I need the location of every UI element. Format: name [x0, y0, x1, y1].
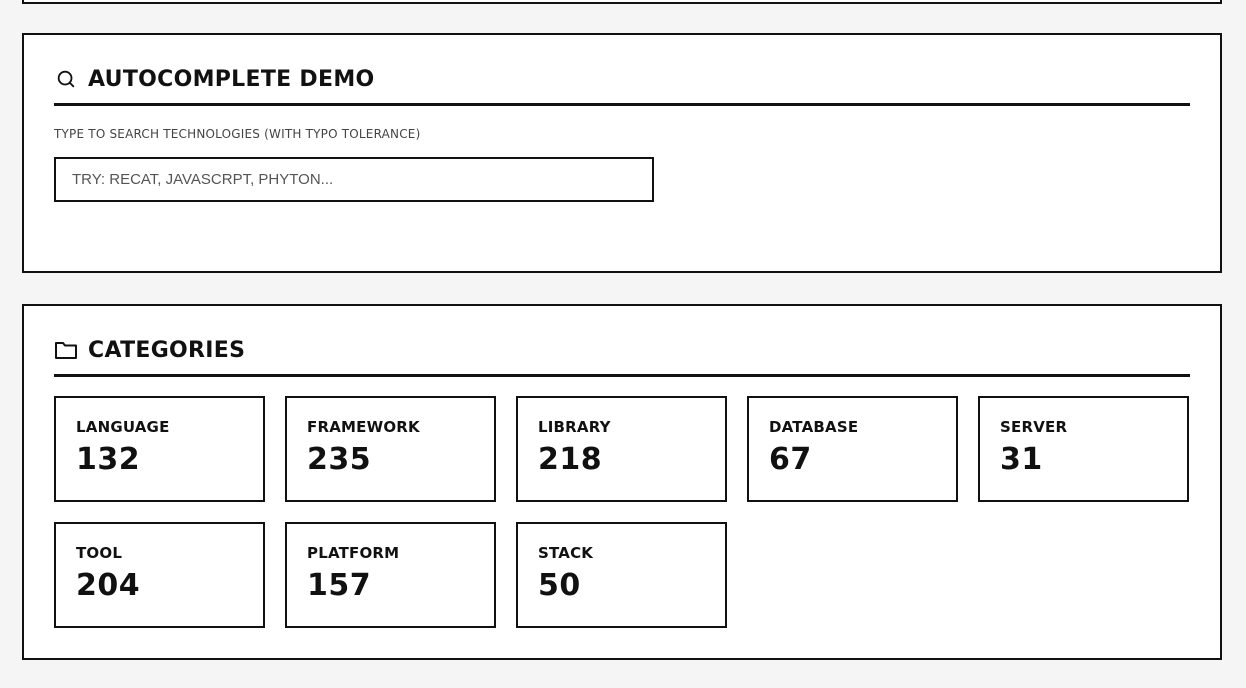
category-count: 67 — [769, 442, 812, 477]
category-count: 235 — [307, 442, 372, 477]
search-input[interactable] — [54, 157, 654, 202]
categories-panel: CATEGORIES LANGUAGE 132 FRAMEWORK 235 LI… — [22, 304, 1222, 660]
category-card-server[interactable]: SERVER 31 — [978, 396, 1189, 502]
category-count: 157 — [307, 568, 372, 603]
category-grid: LANGUAGE 132 FRAMEWORK 235 LIBRARY 218 D… — [54, 396, 1190, 628]
category-card-library[interactable]: LIBRARY 218 — [516, 396, 727, 502]
category-name: PLATFORM — [307, 544, 400, 562]
category-count: 132 — [76, 442, 141, 477]
category-card-database[interactable]: DATABASE 67 — [747, 396, 958, 502]
category-card-framework[interactable]: FRAMEWORK 235 — [285, 396, 496, 502]
categories-header: CATEGORIES — [54, 326, 1190, 377]
category-card-stack[interactable]: STACK 50 — [516, 522, 727, 628]
category-name: LIBRARY — [538, 418, 611, 436]
category-name: FRAMEWORK — [307, 418, 420, 436]
category-name: STACK — [538, 544, 594, 562]
category-name: SERVER — [1000, 418, 1068, 436]
category-name: LANGUAGE — [76, 418, 170, 436]
category-name: TOOL — [76, 544, 123, 562]
search-label: TYPE TO SEARCH TECHNOLOGIES (WITH TYPO T… — [54, 127, 421, 141]
category-count: 50 — [538, 568, 581, 603]
category-count: 204 — [76, 568, 141, 603]
categories-title: CATEGORIES — [88, 337, 246, 363]
category-card-tool[interactable]: TOOL 204 — [54, 522, 265, 628]
autocomplete-header: AUTOCOMPLETE DEMO — [54, 55, 1190, 106]
category-count: 31 — [1000, 442, 1043, 477]
category-card-platform[interactable]: PLATFORM 157 — [285, 522, 496, 628]
category-count: 218 — [538, 442, 603, 477]
folder-icon — [54, 338, 78, 362]
search-icon — [54, 67, 78, 91]
category-card-language[interactable]: LANGUAGE 132 — [54, 396, 265, 502]
category-name: DATABASE — [769, 418, 859, 436]
previous-panel-edge — [22, 0, 1222, 4]
autocomplete-panel: AUTOCOMPLETE DEMO TYPE TO SEARCH TECHNOL… — [22, 33, 1222, 273]
autocomplete-title: AUTOCOMPLETE DEMO — [88, 66, 375, 92]
